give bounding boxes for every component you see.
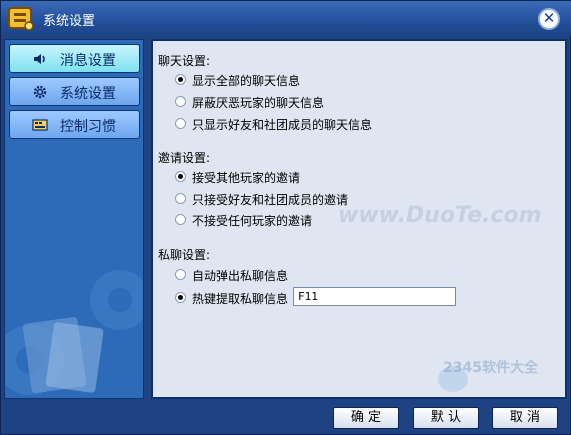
sidebar: 消息设置 系统设置 控制习惯 (4, 39, 144, 399)
cancel-button[interactable]: 取 消 (492, 407, 558, 429)
radio-button[interactable] (175, 171, 186, 182)
close-button[interactable]: ✕ (538, 8, 560, 30)
hotkey-input[interactable]: F11 (293, 287, 456, 306)
default-button[interactable]: 默 认 (413, 407, 479, 429)
radio-button[interactable] (175, 74, 186, 85)
speaker-icon (34, 54, 45, 64)
radio-button[interactable] (175, 96, 186, 107)
radio-button[interactable] (175, 214, 186, 225)
radio-label: 只接受好友和社团成员的邀请 (192, 193, 349, 207)
ok-button[interactable]: 确 定 (333, 407, 399, 429)
gear-icon (33, 85, 47, 99)
radio-label: 热键提取私聊信息 (192, 292, 289, 306)
sidebar-item-label: 消息设置 (60, 53, 116, 69)
settings-window: 系统设置 ✕ 消息设置 系统设置 控制习惯 www.DuoTe.com 聊天设置… (0, 0, 571, 435)
radio-label: 接受其他玩家的邀请 (192, 171, 301, 185)
radio-label: 只显示好友和社团成员的聊天信息 (192, 118, 373, 132)
radio-button[interactable] (175, 269, 186, 280)
private-chat-heading: 私聊设置: (158, 248, 211, 262)
radio-label: 自动弹出私聊信息 (192, 269, 289, 283)
sidebar-item-label: 系统设置 (60, 86, 116, 102)
invite-settings-heading: 邀请设置: (158, 151, 211, 165)
watermark-text-2345: 2345软件大全 (443, 360, 538, 376)
sidebar-item-control-habits[interactable]: 控制习惯 (9, 110, 140, 139)
radio-label: 显示全部的聊天信息 (192, 74, 301, 88)
window-title: 系统设置 (43, 14, 96, 29)
sidebar-item-message-settings[interactable]: 消息设置 (9, 44, 140, 73)
watermark-text: www.DuoTe.com (338, 203, 542, 228)
radio-button[interactable] (175, 193, 186, 204)
title-bar: 系统设置 ✕ (1, 1, 571, 35)
keyboard-icon (32, 119, 48, 131)
radio-label: 屏蔽厌恶玩家的聊天信息 (192, 96, 325, 110)
chat-settings-heading: 聊天设置: (158, 54, 211, 68)
sidebar-decoration (5, 270, 143, 395)
sidebar-item-label: 控制习惯 (60, 119, 116, 135)
settings-panel: www.DuoTe.com 聊天设置: 显示全部的聊天信息 屏蔽厌恶玩家的聊天信… (151, 39, 567, 399)
radio-label: 不接受任何玩家的邀请 (192, 214, 313, 228)
radio-button[interactable] (175, 292, 186, 303)
radio-button[interactable] (175, 118, 186, 129)
sidebar-item-system-settings[interactable]: 系统设置 (9, 77, 140, 106)
game-logo-icon (8, 7, 34, 31)
